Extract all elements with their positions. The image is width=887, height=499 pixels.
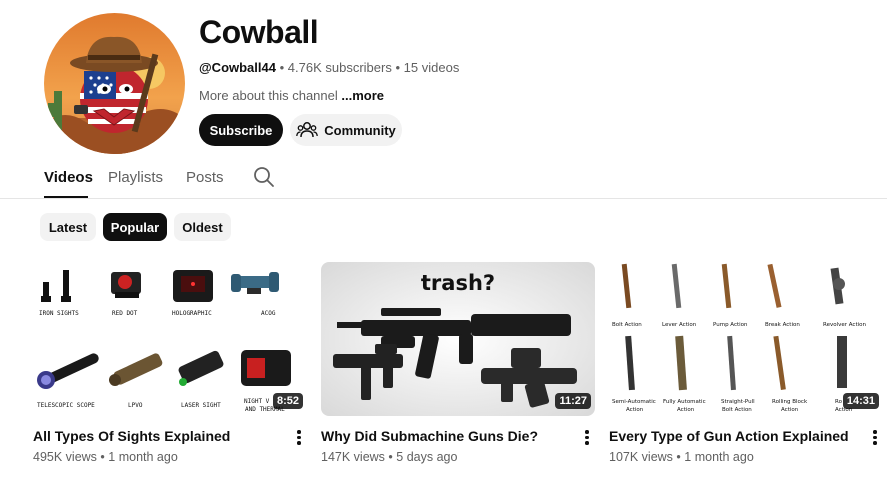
video-duration: 8:52 xyxy=(272,393,303,409)
upload-age: 1 month ago xyxy=(108,450,178,464)
thumb-label: Rolling Block xyxy=(772,399,808,405)
chip-popular[interactable]: Popular xyxy=(103,213,167,241)
video-title[interactable]: All Types Of Sights Explained xyxy=(33,428,230,444)
view-count: 107K views xyxy=(609,450,673,464)
channel-meta: @Cowball44 • 4.76K subscribers • 15 vide… xyxy=(199,60,459,75)
thumb-label: Bolt Action xyxy=(612,322,642,328)
thumb-label: Action xyxy=(626,407,644,413)
thumb-label: RED DOT xyxy=(112,310,138,317)
thumb-label: LPVO xyxy=(128,402,143,409)
video-meta: 147K views • 5 days ago xyxy=(321,450,457,464)
more-vert-icon[interactable] xyxy=(293,428,305,448)
more-vert-icon[interactable] xyxy=(869,428,881,448)
meta-separator: • xyxy=(279,60,285,75)
meta-separator: • xyxy=(395,60,401,75)
video-meta: 495K views • 1 month ago xyxy=(33,450,178,464)
thumbnail-image: trash? xyxy=(321,262,595,416)
video-duration: 14:31 xyxy=(842,393,879,409)
meta-separator: • xyxy=(388,450,393,464)
thumb-label: Fully Automatic xyxy=(663,399,706,405)
thumb-label: Ro xyxy=(835,399,843,405)
thumb-label: TELESCOPIC SCOPE xyxy=(37,402,95,409)
thumb-label: Revolver Action xyxy=(823,322,866,328)
channel-tabs: Videos Playlists Posts xyxy=(0,160,887,199)
community-label: Community xyxy=(324,122,396,138)
avatar-image xyxy=(44,13,185,154)
thumbnail-image: IRON SIGHTS RED DOT HOLOGRAPHIC ACOG TEL… xyxy=(33,262,307,416)
channel-handle: @Cowball44 xyxy=(199,60,276,75)
about-text: More about this channel xyxy=(199,88,338,103)
thumbnail-image: Bolt Action Lever Action Pump Action Bre… xyxy=(609,262,883,416)
video-count: 15 videos xyxy=(403,60,460,75)
community-button[interactable]: Community xyxy=(290,114,402,146)
thumb-label: Break Action xyxy=(765,322,800,328)
search-icon[interactable] xyxy=(253,166,275,188)
thumb-label: Pump Action xyxy=(713,322,748,328)
thumb-label: Bolt Action xyxy=(722,407,752,413)
thumb-label: Action xyxy=(781,407,799,413)
channel-avatar[interactable] xyxy=(44,13,185,154)
thumb-label: Action xyxy=(677,407,695,413)
video-thumbnail[interactable]: trash? 11:27 xyxy=(321,262,595,416)
meta-separator: • xyxy=(676,450,681,464)
upload-age: 1 month ago xyxy=(684,450,754,464)
thumb-label: HOLOGRAPHIC xyxy=(172,310,212,317)
thumb-label: ACOG xyxy=(261,310,276,317)
tab-videos[interactable]: Videos xyxy=(44,169,93,186)
channel-name: Cowball xyxy=(199,14,319,50)
meta-separator: • xyxy=(100,450,105,464)
video-duration: 11:27 xyxy=(555,393,591,409)
more-link[interactable]: ...more xyxy=(341,88,384,103)
community-icon xyxy=(296,122,319,138)
upload-age: 5 days ago xyxy=(396,450,458,464)
thumb-caption: trash? xyxy=(421,271,495,295)
view-count: 495K views xyxy=(33,450,97,464)
thumb-label: LASER SIGHT xyxy=(181,402,221,409)
thumb-label: Lever Action xyxy=(662,322,697,328)
subscribe-button[interactable]: Subscribe xyxy=(199,114,283,146)
tab-posts[interactable]: Posts xyxy=(186,169,224,186)
video-title[interactable]: Why Did Submachine Guns Die? xyxy=(321,428,538,444)
more-vert-icon[interactable] xyxy=(581,428,593,448)
tab-playlists[interactable]: Playlists xyxy=(108,169,163,186)
subscriber-count: 4.76K subscribers xyxy=(287,60,392,75)
active-tab-indicator xyxy=(44,196,88,198)
thumb-label: NIGHT V xyxy=(244,398,270,405)
thumb-label: Straight-Pull xyxy=(721,399,755,405)
view-count: 147K views xyxy=(321,450,385,464)
chip-oldest[interactable]: Oldest xyxy=(174,213,231,241)
thumb-label: IRON SIGHTS xyxy=(39,310,79,317)
chip-latest[interactable]: Latest xyxy=(40,213,96,241)
video-title[interactable]: Every Type of Gun Action Explained xyxy=(609,428,849,444)
video-thumbnail[interactable]: Bolt Action Lever Action Pump Action Bre… xyxy=(609,262,883,416)
video-meta: 107K views • 1 month ago xyxy=(609,450,754,464)
channel-about[interactable]: More about this channel ...more xyxy=(199,88,384,103)
thumb-label: Semi-Automatic xyxy=(612,399,656,405)
video-thumbnail[interactable]: IRON SIGHTS RED DOT HOLOGRAPHIC ACOG TEL… xyxy=(33,262,307,416)
